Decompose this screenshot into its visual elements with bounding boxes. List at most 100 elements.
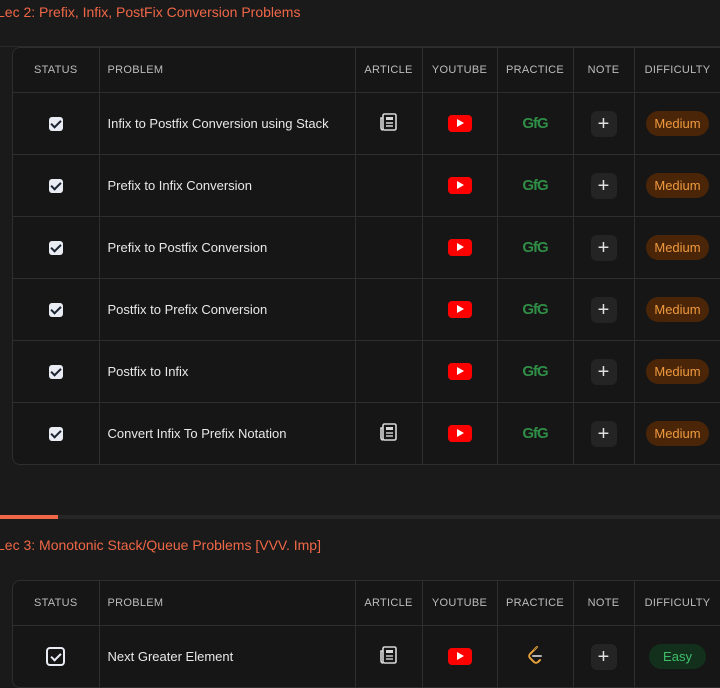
header-status: STATUS: [13, 581, 100, 626]
practice-cell[interactable]: GfG: [497, 92, 574, 155]
add-note-button[interactable]: +: [590, 234, 617, 261]
status-checkbox[interactable]: [48, 241, 63, 256]
add-note-button[interactable]: +: [590, 296, 617, 323]
difficulty-cell: Easy: [634, 625, 720, 687]
practice-cell[interactable]: GfG: [497, 278, 574, 341]
youtube-cell[interactable]: [422, 278, 498, 341]
difficulty-cell: Medium: [634, 92, 720, 155]
youtube-cell[interactable]: [422, 92, 498, 155]
status-cell: [13, 340, 100, 403]
article-icon: [379, 646, 397, 664]
article-cell[interactable]: [355, 625, 423, 687]
table-row: Prefix to Postfix Conversion GfG + Medium: [13, 216, 720, 279]
header-youtube: YOUTUBE: [422, 581, 498, 626]
note-cell[interactable]: +: [573, 340, 635, 403]
table-header-row: STATUS PROBLEM ARTICLE YOUTUBE PRACTICE …: [13, 48, 720, 93]
problem-name[interactable]: Convert Infix To Prefix Notation: [99, 402, 356, 464]
add-note-button[interactable]: +: [590, 172, 617, 199]
note-cell[interactable]: +: [573, 216, 635, 279]
youtube-icon[interactable]: [447, 425, 472, 443]
practice-cell[interactable]: GfG: [497, 154, 574, 217]
gfg-icon[interactable]: GfG: [522, 301, 548, 318]
table-header-row: STATUS PROBLEM ARTICLE YOUTUBE PRACTICE …: [13, 581, 720, 626]
header-practice: PRACTICE: [497, 48, 574, 93]
status-checkbox[interactable]: [46, 647, 66, 666]
status-checkbox[interactable]: [48, 117, 63, 132]
youtube-icon[interactable]: [447, 115, 472, 133]
youtube-icon[interactable]: [447, 177, 472, 195]
difficulty-badge: Medium: [646, 111, 709, 136]
status-checkbox[interactable]: [48, 303, 63, 318]
header-note: NOTE: [573, 48, 635, 93]
youtube-icon[interactable]: [447, 301, 472, 319]
status-cell: [13, 625, 100, 687]
table-row: Postfix to Prefix Conversion GfG + Medium: [13, 278, 720, 341]
gfg-icon[interactable]: GfG: [522, 115, 548, 132]
youtube-cell[interactable]: [422, 154, 498, 217]
note-cell[interactable]: +: [573, 154, 635, 217]
difficulty-cell: Medium: [634, 278, 720, 341]
status-cell: [13, 92, 100, 155]
article-icon: [379, 113, 397, 131]
header-difficulty: DIFFICULTY: [634, 581, 720, 626]
note-cell[interactable]: +: [573, 92, 635, 155]
gfg-icon[interactable]: GfG: [522, 425, 548, 442]
article-cell[interactable]: [355, 402, 423, 464]
section-title-lec2[interactable]: Lec 2: Prefix, Infix, PostFix Conversion…: [0, 4, 300, 20]
status-cell: [13, 402, 100, 464]
status-checkbox[interactable]: [48, 427, 63, 442]
add-note-button[interactable]: +: [590, 110, 617, 137]
youtube-cell[interactable]: [422, 625, 498, 687]
problem-name[interactable]: Postfix to Infix: [99, 340, 356, 403]
youtube-icon[interactable]: [447, 648, 472, 666]
youtube-cell[interactable]: [422, 216, 498, 279]
add-note-button[interactable]: +: [590, 643, 617, 670]
gfg-icon[interactable]: GfG: [522, 177, 548, 194]
add-note-button[interactable]: +: [590, 420, 617, 447]
problem-name[interactable]: Postfix to Prefix Conversion: [99, 278, 356, 341]
header-difficulty: DIFFICULTY: [634, 48, 720, 93]
youtube-cell[interactable]: [422, 402, 498, 464]
youtube-cell[interactable]: [422, 340, 498, 403]
section-title-lec3[interactable]: Lec 3: Monotonic Stack/Queue Problems [V…: [0, 537, 321, 553]
header-practice: PRACTICE: [497, 581, 574, 626]
article-cell[interactable]: [355, 92, 423, 155]
status-checkbox[interactable]: [48, 179, 63, 194]
header-problem: PROBLEM: [99, 581, 356, 626]
note-cell[interactable]: +: [573, 402, 635, 464]
youtube-icon[interactable]: [447, 239, 472, 257]
problem-name[interactable]: Next Greater Element: [99, 625, 356, 687]
difficulty-badge: Medium: [646, 359, 709, 384]
status-cell: [13, 154, 100, 217]
article-cell: [355, 216, 423, 279]
note-cell[interactable]: +: [573, 278, 635, 341]
table-row: Postfix to Infix GfG + Medium: [13, 340, 720, 403]
problem-name[interactable]: Prefix to Infix Conversion: [99, 154, 356, 217]
practice-cell[interactable]: GfG: [497, 402, 574, 464]
problem-name[interactable]: Prefix to Postfix Conversion: [99, 216, 356, 279]
practice-cell[interactable]: GfG: [497, 216, 574, 279]
status-cell: [13, 278, 100, 341]
status-checkbox[interactable]: [48, 365, 63, 380]
practice-cell[interactable]: [497, 625, 574, 687]
table-row: Infix to Postfix Conversion using Stack G…: [13, 92, 720, 155]
difficulty-cell: Medium: [634, 216, 720, 279]
status-cell: [13, 216, 100, 279]
header-youtube: YOUTUBE: [422, 48, 498, 93]
problems-table-lec3: STATUS PROBLEM ARTICLE YOUTUBE PRACTICE …: [12, 580, 720, 688]
problem-name[interactable]: Infix to Postfix Conversion using Stack: [99, 92, 356, 155]
add-note-button[interactable]: +: [590, 358, 617, 385]
problems-table-lec2: STATUS PROBLEM ARTICLE YOUTUBE PRACTICE …: [12, 47, 720, 465]
youtube-icon[interactable]: [447, 363, 472, 381]
gfg-icon[interactable]: GfG: [522, 239, 548, 256]
difficulty-badge: Medium: [646, 421, 709, 446]
header-status: STATUS: [13, 48, 100, 93]
difficulty-badge: Medium: [646, 297, 709, 322]
header-note: NOTE: [573, 581, 635, 626]
gfg-icon[interactable]: GfG: [522, 363, 548, 380]
leetcode-icon: [528, 646, 542, 664]
difficulty-badge: Medium: [646, 173, 709, 198]
practice-cell[interactable]: GfG: [497, 340, 574, 403]
difficulty-cell: Medium: [634, 402, 720, 464]
note-cell[interactable]: +: [573, 625, 635, 687]
